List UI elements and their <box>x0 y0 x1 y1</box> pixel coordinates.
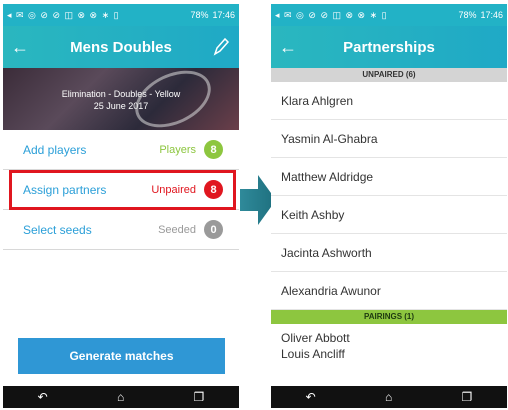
pairings-section-header: PAIRINGS (1) <box>271 310 507 324</box>
status-bar: ◂ ✉ ◎ ⊘ ⊘ ◫ ⊗ ⊗ ∗ ▯ 78% 17:46 <box>271 4 507 26</box>
add-players-row[interactable]: Add players Players 8 <box>3 130 239 170</box>
back-arrow-icon[interactable]: ← <box>271 26 305 68</box>
seeded-status: Seeded <box>158 223 196 236</box>
page-title: Mens Doubles <box>70 38 172 56</box>
status-icons: ◂ ✉ ◎ ⊘ ⊘ ◫ ⊗ ⊗ ∗ ▯ <box>275 9 388 20</box>
app-bar: ← Mens Doubles <box>3 26 239 68</box>
comparison-figure: ◂ ✉ ◎ ⊘ ⊘ ◫ ⊗ ⊗ ∗ ▯ 78% 17:46 ← Mens Dou… <box>0 0 508 410</box>
home-icon[interactable]: ⌂ <box>117 390 124 404</box>
racket-image <box>126 59 220 139</box>
players-count-badge: 8 <box>204 140 223 159</box>
unpaired-status: Unpaired <box>151 183 196 196</box>
generate-matches-button[interactable]: Generate matches <box>18 338 225 374</box>
player-row[interactable]: Keith Ashby <box>271 196 507 234</box>
add-players-label: Add players <box>23 142 87 157</box>
pair-player-2: Louis Ancliff <box>281 347 345 361</box>
player-row[interactable]: Klara Ahlgren <box>271 82 507 120</box>
status-icons: ◂ ✉ ◎ ⊘ ⊘ ◫ ⊗ ⊗ ∗ ▯ <box>7 9 120 20</box>
back-icon[interactable]: ↶ <box>38 390 48 404</box>
battery-level: 78% <box>458 10 477 20</box>
players-status: Players <box>159 143 196 156</box>
select-seeds-label: Select seeds <box>23 222 92 237</box>
recents-icon[interactable]: ❐ <box>194 390 205 404</box>
system-nav-bar: ↶ ⌂ ❐ <box>271 386 507 408</box>
select-seeds-row[interactable]: Select seeds Seeded 0 <box>3 210 239 250</box>
system-nav-bar: ↶ ⌂ ❐ <box>3 386 239 408</box>
pairing-item[interactable]: Oliver Abbott Louis Ancliff <box>271 324 507 368</box>
app-bar: ← Partnerships <box>271 26 507 68</box>
phone-screen-partnerships: ◂ ✉ ◎ ⊘ ⊘ ◫ ⊗ ⊗ ∗ ▯ 78% 17:46 ← Partners… <box>271 4 507 408</box>
home-icon[interactable]: ⌂ <box>385 390 392 404</box>
battery-level: 78% <box>190 10 209 20</box>
back-arrow-icon[interactable]: ← <box>3 26 37 68</box>
seeded-count-badge: 0 <box>204 220 223 239</box>
assign-partners-row[interactable]: Assign partners Unpaired 8 <box>3 170 239 210</box>
recents-icon[interactable]: ❐ <box>462 390 473 404</box>
pencil-icon[interactable] <box>211 35 231 59</box>
unpaired-section-header: UNPAIRED (6) <box>271 68 507 82</box>
phone-screen-tournament: ◂ ✉ ◎ ⊘ ⊘ ◫ ⊗ ⊗ ∗ ▯ 78% 17:46 ← Mens Dou… <box>3 4 239 408</box>
unpaired-count-badge: 8 <box>204 180 223 199</box>
back-icon[interactable]: ↶ <box>306 390 316 404</box>
assign-partners-label: Assign partners <box>23 182 107 197</box>
event-banner: Elimination - Doubles - Yellow 25 June 2… <box>3 59 239 139</box>
page-title: Partnerships <box>343 38 435 56</box>
pair-player-1: Oliver Abbott <box>281 331 350 345</box>
player-row[interactable]: Matthew Aldridge <box>271 158 507 196</box>
player-row[interactable]: Yasmin Al-Ghabra <box>271 120 507 158</box>
clock: 17:46 <box>212 10 235 20</box>
clock: 17:46 <box>480 10 503 20</box>
player-row[interactable]: Alexandria Awunor <box>271 272 507 310</box>
status-bar: ◂ ✉ ◎ ⊘ ⊘ ◫ ⊗ ⊗ ∗ ▯ 78% 17:46 <box>3 4 239 26</box>
player-row[interactable]: Jacinta Ashworth <box>271 234 507 272</box>
